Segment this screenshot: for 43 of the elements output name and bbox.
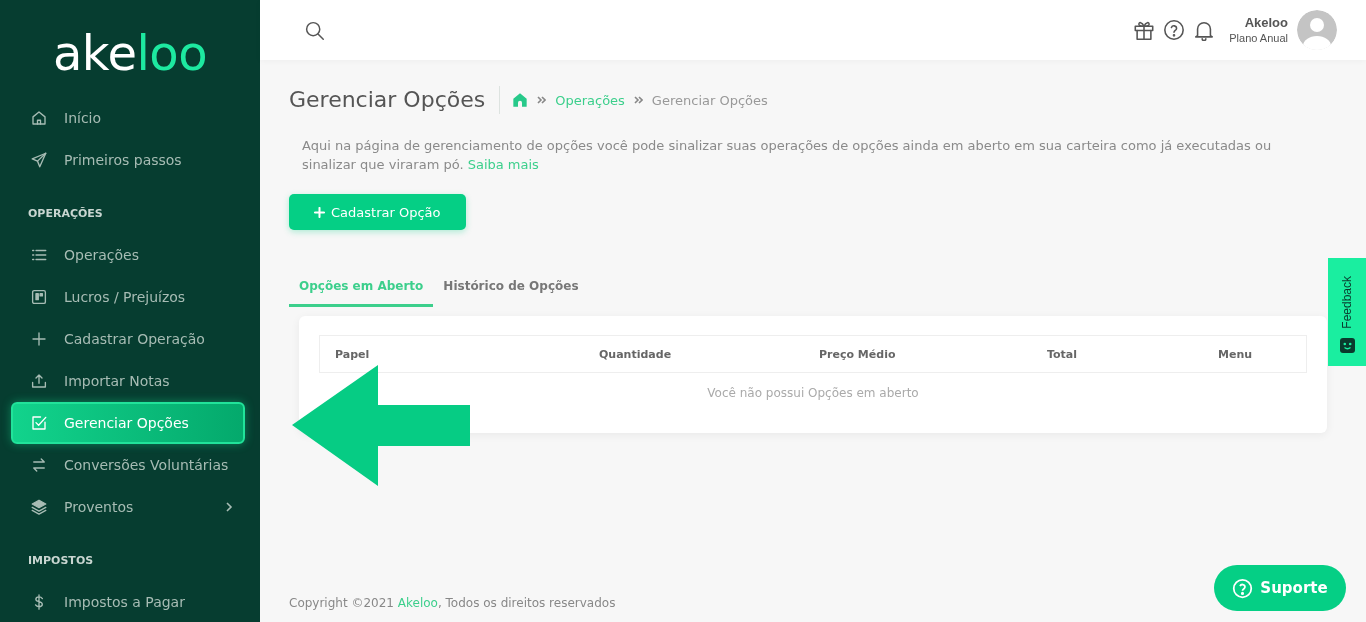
user-name: Akeloo xyxy=(1244,15,1288,31)
nav-item[interactable]: Conversões Voluntárias xyxy=(11,444,245,486)
section-title: IMPOSTOS xyxy=(27,553,95,569)
layers-icon xyxy=(30,498,48,516)
section-title: OPERAÇÕES xyxy=(27,206,104,222)
breadcrumb-current: Gerenciar Opções xyxy=(651,92,768,108)
column-header: Preço Médio xyxy=(819,347,897,361)
column-header: Quantidade xyxy=(599,347,673,361)
plus-icon xyxy=(30,330,48,348)
nav-item[interactable]: Início xyxy=(11,97,245,139)
gift-icon[interactable] xyxy=(1133,19,1156,41)
plus-icon xyxy=(314,206,325,218)
nav-item[interactable]: Lucros / Prejuízos xyxy=(11,276,245,318)
plan-label: Plano Anual xyxy=(1229,31,1288,45)
column-header: Total xyxy=(1047,347,1079,361)
empty-message: Você não possui Opções em aberto xyxy=(706,385,920,401)
nav-item[interactable]: Importar Notas xyxy=(11,360,245,402)
feedback-button[interactable]: Feedback xyxy=(1328,258,1366,366)
checkbox-icon xyxy=(30,414,48,432)
double-chevron-icon xyxy=(537,96,547,104)
search-icon[interactable] xyxy=(304,19,325,41)
logo: akeloo xyxy=(52,28,208,77)
double-chevron-icon xyxy=(633,96,643,104)
board-icon xyxy=(30,288,48,306)
home-icon xyxy=(30,109,48,127)
tab[interactable]: Histórico de Opções xyxy=(433,268,589,307)
paper-plane-icon xyxy=(30,151,48,169)
upload-icon xyxy=(30,372,48,390)
nav-item[interactable]: Operações xyxy=(11,234,245,276)
page-title: Gerenciar Opções xyxy=(289,87,486,113)
exchange-icon xyxy=(30,456,48,474)
nav-item[interactable]: Impostos a Pagar xyxy=(11,581,245,622)
nav-item[interactable]: Proventos xyxy=(11,486,245,528)
copyright-text: Copyright ©2021 Akeloo, Todos os direitos reservados xyxy=(289,595,616,612)
description-text: Aqui na página de gerenciamento de opções você pode sinalizar suas operações de opções ainda em aberto em sua carteira como já executadas ou sinalizar que viraram pó. Saiba mais xyxy=(302,137,1273,174)
nav-item[interactable]: Cadastrar Operação xyxy=(11,318,245,360)
bell-icon[interactable] xyxy=(1193,19,1216,41)
smiley-icon xyxy=(1339,338,1355,353)
nav-item[interactable]: Primeiros passos xyxy=(11,139,245,181)
help-icon[interactable] xyxy=(1163,19,1186,41)
column-header: Papel xyxy=(334,347,371,361)
help-icon xyxy=(1232,577,1254,599)
column-header: Menu xyxy=(1218,347,1254,361)
